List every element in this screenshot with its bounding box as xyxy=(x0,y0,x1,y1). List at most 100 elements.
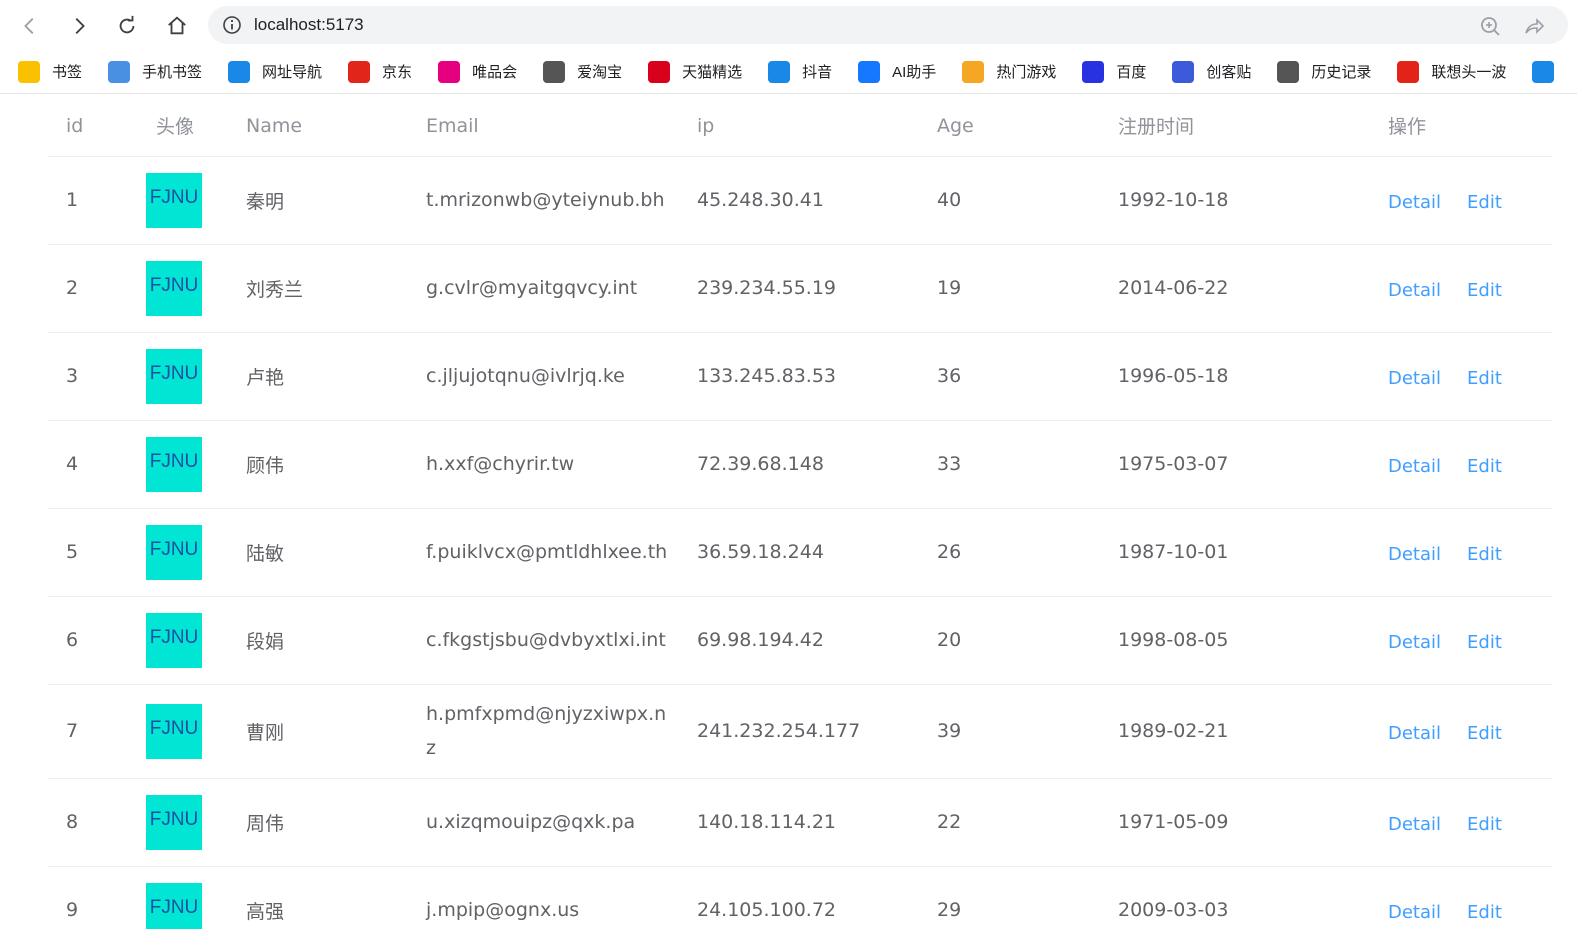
e-browser-icon xyxy=(228,60,251,83)
back-button[interactable] xyxy=(12,8,48,44)
table-row: 5 FJNU 陆敏 f.puiklvcx@pmtldhlxee.th 36.59.18.… xyxy=(48,508,1552,597)
row-actions: Detail Edit xyxy=(1388,898,1552,923)
game-icon xyxy=(962,60,985,83)
avatar: FJNU xyxy=(146,348,202,404)
header-registered[interactable]: 注册时间 xyxy=(1100,96,1370,157)
share-icon[interactable] xyxy=(1522,14,1546,38)
row-actions: Detail Edit xyxy=(1388,276,1552,301)
user-table-container: id 头像 Name Email ip Age 注册时间 操作 1 FJNU 秦明 t… xyxy=(48,96,1552,929)
cell-age: 26 xyxy=(919,508,1100,597)
e-browser-icon xyxy=(1532,60,1555,83)
user-table: id 头像 Name Email ip Age 注册时间 操作 1 FJNU 秦明 t… xyxy=(48,96,1552,929)
detail-button[interactable]: Detail xyxy=(1388,632,1441,653)
header-email[interactable]: Email xyxy=(408,96,679,157)
cell-email: h.pmfxpmd@njyzxiwpx.nz xyxy=(408,684,679,779)
jd-icon xyxy=(348,60,371,83)
header-age[interactable]: Age xyxy=(919,96,1100,157)
header-name[interactable]: Name xyxy=(228,96,408,157)
bookmark-item[interactable]: 联想头一波 xyxy=(1397,57,1506,87)
header-actions[interactable]: 操作 xyxy=(1370,96,1552,157)
reload-button[interactable] xyxy=(109,8,145,44)
avatar: FJNU xyxy=(146,882,202,929)
site-info-icon[interactable] xyxy=(222,15,242,35)
forward-arrow-icon xyxy=(75,18,85,34)
bookmark-item[interactable]: 爱淘宝 xyxy=(543,57,622,87)
bookmark-item[interactable]: 创客贴 xyxy=(1172,57,1251,87)
edit-button[interactable]: Edit xyxy=(1467,632,1502,653)
tmall-icon xyxy=(648,60,671,83)
forward-button[interactable] xyxy=(61,8,97,44)
detail-button[interactable]: Detail xyxy=(1388,456,1441,477)
cell-actions: Detail Edit xyxy=(1370,866,1552,929)
cell-id: 9 xyxy=(48,866,138,929)
edit-button[interactable]: Edit xyxy=(1467,544,1502,565)
header-id[interactable]: id xyxy=(48,96,138,157)
bookmark-item[interactable]: 天猫精选 xyxy=(648,57,742,87)
bookmark-item[interactable]: 京东 xyxy=(348,57,412,87)
table-row: 7 FJNU 曹刚 h.pmfxpmd@njyzxiwpx.nz 241.232.254… xyxy=(48,684,1552,779)
douyin-icon xyxy=(768,60,791,83)
cell-ip: 241.232.254.177 xyxy=(679,684,919,779)
cell-avatar: FJNU xyxy=(138,866,228,929)
bookmark-label: 百度 xyxy=(1116,64,1147,81)
bookmarks-bar: 书签 手机书签 网址导航 京东 唯品会 爱淘宝 天猫精选 抖音 AI助手 热门游戏 百度 创客贴 历史记… xyxy=(0,50,1577,94)
detail-button[interactable]: Detail xyxy=(1388,814,1441,835)
cell-age: 22 xyxy=(919,778,1100,867)
lenovo-icon xyxy=(1397,60,1420,83)
cell-registered: 1975-03-07 xyxy=(1100,420,1370,509)
edit-button[interactable]: Edit xyxy=(1467,280,1502,301)
cell-ip: 36.59.18.244 xyxy=(679,508,919,597)
detail-button[interactable]: Detail xyxy=(1388,280,1441,301)
cell-ip: 140.18.114.21 xyxy=(679,778,919,867)
cell-age: 39 xyxy=(919,684,1100,779)
bookmark-item[interactable]: 热门游戏 xyxy=(962,57,1056,87)
cell-avatar: FJNU xyxy=(138,508,228,597)
cell-age: 29 xyxy=(919,866,1100,929)
table-row: 2 FJNU 刘秀兰 g.cvlr@myaitgqvcy.int 239.234.55.… xyxy=(48,244,1552,333)
avatar: FJNU xyxy=(146,260,202,316)
row-actions: Detail Edit xyxy=(1388,188,1552,213)
cell-email: f.puiklvcx@pmtldhlxee.th xyxy=(408,508,679,597)
table-header-row: id 头像 Name Email ip Age 注册时间 操作 xyxy=(48,96,1552,157)
edit-button[interactable]: Edit xyxy=(1467,368,1502,389)
bookmark-item[interactable]: 抖音 xyxy=(768,57,832,87)
bookmark-item[interactable]: 历史记录 xyxy=(1277,57,1371,87)
address-url[interactable]: localhost:5173 xyxy=(254,15,364,35)
table-row: 3 FJNU 卢艳 c.jljujotqnu@ivlrjq.ke 133.245.83.… xyxy=(48,332,1552,421)
header-ip[interactable]: ip xyxy=(679,96,919,157)
detail-button[interactable]: Detail xyxy=(1388,368,1441,389)
edit-button[interactable]: Edit xyxy=(1467,723,1502,744)
edit-button[interactable]: Edit xyxy=(1467,814,1502,835)
address-bar[interactable]: localhost:5173 xyxy=(208,6,1568,44)
detail-button[interactable]: Detail xyxy=(1388,544,1441,565)
bookmark-item[interactable]: 百度 xyxy=(1082,57,1146,87)
edit-button[interactable]: Edit xyxy=(1467,902,1502,923)
cell-name: 刘秀兰 xyxy=(228,244,408,333)
edit-button[interactable]: Edit xyxy=(1467,192,1502,213)
header-avatar[interactable]: 头像 xyxy=(138,96,228,157)
bookmark-item[interactable]: 网址导航 xyxy=(228,57,322,87)
bookmark-item[interactable]: 书签 xyxy=(18,57,82,87)
home-icon xyxy=(168,16,186,35)
cell-actions: Detail Edit xyxy=(1370,244,1552,333)
detail-button[interactable]: Detail xyxy=(1388,902,1441,923)
bookmark-label: AI助手 xyxy=(892,64,937,81)
cell-id: 8 xyxy=(48,778,138,867)
cell-avatar: FJNU xyxy=(138,244,228,333)
table-row: 6 FJNU 段娟 c.fkgstjsbu@dvbyxtlxi.int 69.98.19… xyxy=(48,596,1552,685)
cell-age: 33 xyxy=(919,420,1100,509)
cell-id: 2 xyxy=(48,244,138,333)
bookmark-item[interactable]: 唯品会 xyxy=(438,57,517,87)
cell-actions: Detail Edit xyxy=(1370,332,1552,421)
cell-registered: 1987-10-01 xyxy=(1100,508,1370,597)
home-button[interactable] xyxy=(159,8,195,44)
bookmark-item[interactable]: AI助手 xyxy=(858,57,936,87)
edit-button[interactable]: Edit xyxy=(1467,456,1502,477)
table-row: 4 FJNU 顾伟 h.xxf@chyrir.tw 72.39.68.148 33 1975… xyxy=(48,420,1552,509)
detail-button[interactable]: Detail xyxy=(1388,192,1441,213)
cell-age: 36 xyxy=(919,332,1100,421)
bookmark-item[interactable]: 手机书签 xyxy=(108,57,202,87)
detail-button[interactable]: Detail xyxy=(1388,723,1441,744)
zoom-icon[interactable] xyxy=(1478,14,1502,38)
bookmark-item[interactable] xyxy=(1532,57,1566,87)
